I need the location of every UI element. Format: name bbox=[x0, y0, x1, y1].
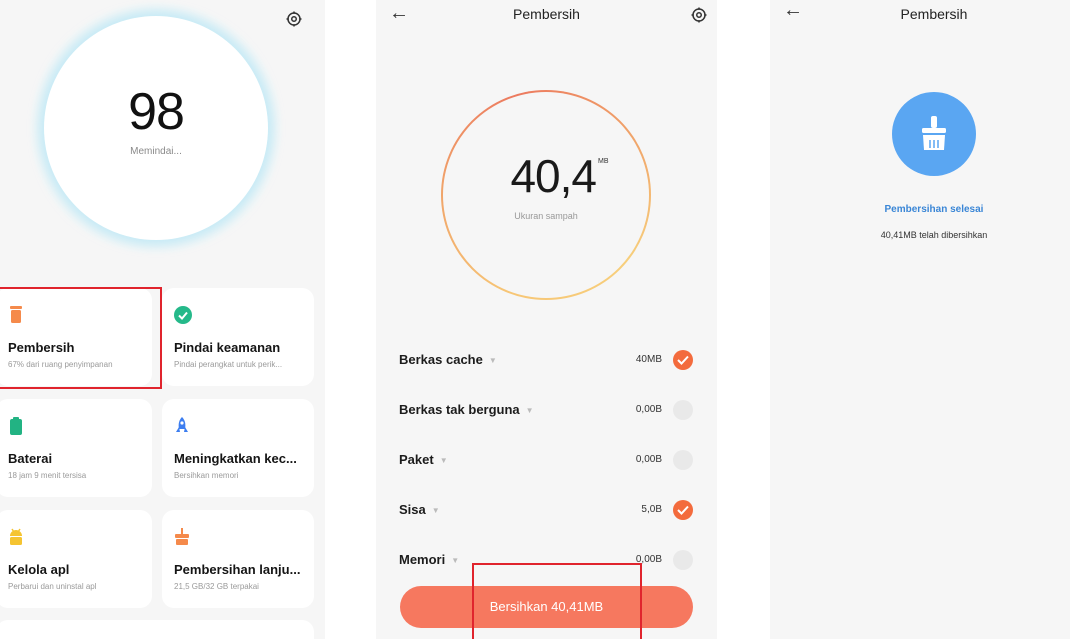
scan-score: 98 bbox=[128, 83, 185, 141]
card-subtitle: Pindai perangkat untuk perik... bbox=[174, 360, 283, 369]
highlight-box-clean-button bbox=[472, 563, 642, 639]
item-label: Berkas tak berguna ▼ bbox=[399, 402, 534, 417]
chevron-down-icon[interactable]: ▼ bbox=[451, 556, 459, 565]
check-shield-icon bbox=[174, 306, 192, 324]
list-item-packages[interactable]: Paket ▼ 0,00B bbox=[376, 436, 717, 486]
card-subtitle: Bersihkan memori bbox=[174, 471, 239, 480]
list-item-residual[interactable]: Sisa ▼ 5,0B bbox=[376, 486, 717, 536]
card-security-scan[interactable]: Pindai keamanan Pindai perangkat untuk p… bbox=[162, 288, 314, 386]
settings-gear-icon[interactable] bbox=[690, 6, 708, 24]
battery-icon bbox=[8, 417, 24, 435]
android-icon bbox=[8, 528, 24, 546]
item-label: Berkas cache ▼ bbox=[399, 352, 497, 367]
cleaner-screen: ← Pembersih 40,4 MB Ukuran sampah Berkas… bbox=[376, 0, 717, 639]
card-title: Pembersihan lanju... bbox=[174, 562, 301, 577]
deep-clean-icon bbox=[174, 528, 190, 546]
card-deep-clean[interactable]: Pembersihan lanju... 21,5 GB/32 GB terpa… bbox=[162, 510, 314, 608]
clean-done-screen: ← Pembersih Pembersihan selesai 40,41MB … bbox=[770, 0, 1070, 639]
card-partial-next[interactable] bbox=[0, 620, 314, 639]
page-title: Pembersih bbox=[513, 6, 580, 22]
item-label-text: Berkas tak berguna bbox=[399, 402, 520, 417]
item-label-text: Sisa bbox=[399, 502, 426, 517]
page-title: Pembersih bbox=[900, 6, 968, 22]
item-label-text: Memori bbox=[399, 552, 446, 567]
chevron-down-icon[interactable]: ▼ bbox=[440, 456, 448, 465]
card-subtitle: Perbarui dan uninstal apl bbox=[8, 582, 97, 591]
junk-size-value: 40,4 bbox=[510, 150, 597, 202]
chevron-down-icon[interactable]: ▼ bbox=[526, 406, 534, 415]
done-title: Pembersihan selesai bbox=[884, 204, 984, 215]
list-item-cache[interactable]: Berkas cache ▼ 40MB bbox=[376, 336, 717, 386]
item-label-text: Berkas cache bbox=[399, 352, 483, 367]
card-title: Kelola apl bbox=[8, 562, 70, 577]
junk-size-unit: MB bbox=[598, 158, 609, 165]
done-subtitle: 40,41MB telah dibersihkan bbox=[880, 230, 988, 240]
checkbox-unchecked[interactable] bbox=[673, 450, 693, 470]
home-screen: 98 Memindai... Pembersih 67% dari ruang … bbox=[0, 0, 325, 639]
chevron-down-icon[interactable]: ▼ bbox=[489, 356, 497, 365]
item-size: 0,00B bbox=[635, 404, 662, 415]
item-label-text: Paket bbox=[399, 452, 434, 467]
rocket-icon bbox=[174, 417, 190, 435]
card-title: Pindai keamanan bbox=[174, 340, 281, 355]
checkbox-unchecked[interactable] bbox=[673, 400, 693, 420]
card-speed-up[interactable]: Meningkatkan kec... Bersihkan memori bbox=[162, 399, 314, 497]
scan-status: Memindai... bbox=[130, 146, 182, 157]
junk-size-label: Ukuran sampah bbox=[514, 211, 578, 221]
item-label: Sisa ▼ bbox=[399, 502, 440, 517]
card-battery[interactable]: Baterai 18 jam 9 menit tersisa bbox=[0, 399, 152, 497]
item-size: 40MB bbox=[635, 354, 662, 365]
card-subtitle: 18 jam 9 menit tersisa bbox=[8, 471, 87, 480]
checkbox-unchecked[interactable] bbox=[673, 550, 693, 570]
settings-gear-icon[interactable] bbox=[285, 10, 303, 28]
card-title: Meningkatkan kec... bbox=[174, 451, 297, 466]
chevron-down-icon[interactable]: ▼ bbox=[432, 506, 440, 515]
item-size: 5,0B bbox=[641, 504, 662, 515]
card-title: Baterai bbox=[8, 451, 53, 466]
highlight-box-cleaner bbox=[0, 287, 162, 389]
broom-icon bbox=[892, 92, 976, 176]
list-item-junk-files[interactable]: Berkas tak berguna ▼ 0,00B bbox=[376, 386, 717, 436]
item-label: Memori ▼ bbox=[399, 552, 459, 567]
checkbox-checked[interactable] bbox=[673, 500, 693, 520]
item-size: 0,00B bbox=[635, 454, 662, 465]
stage: 98 Memindai... Pembersih 67% dari ruang … bbox=[0, 0, 1070, 639]
checkbox-checked[interactable] bbox=[673, 350, 693, 370]
card-manage-apps[interactable]: Kelola apl Perbarui dan uninstal apl bbox=[0, 510, 152, 608]
card-subtitle: 21,5 GB/32 GB terpakai bbox=[174, 582, 259, 591]
item-label: Paket ▼ bbox=[399, 452, 448, 467]
